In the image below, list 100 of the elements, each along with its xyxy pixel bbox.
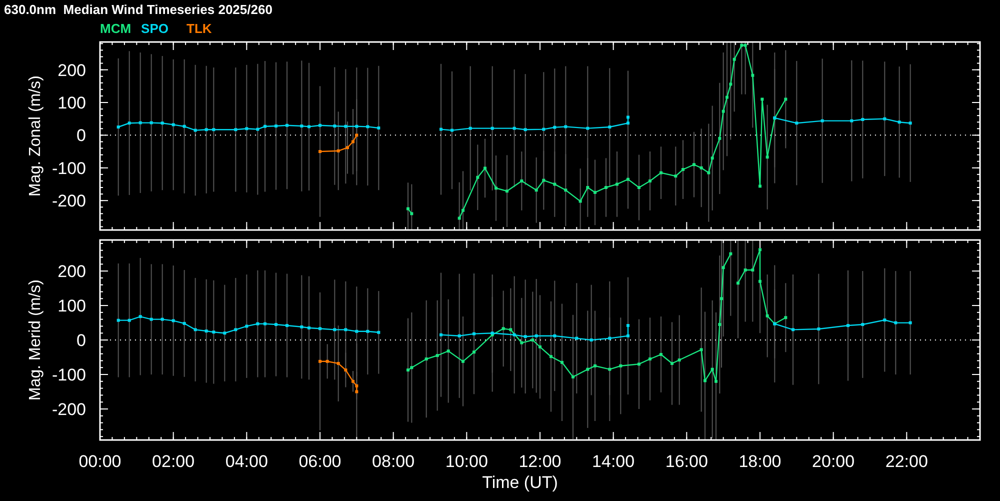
point [550,355,552,358]
tick-label: 16:00 [665,452,708,471]
point [883,117,886,120]
point [366,330,370,333]
tick-label: 18:00 [738,452,782,471]
point [564,188,568,192]
point [714,380,718,383]
point [138,121,142,124]
point [512,333,516,336]
point [245,324,248,328]
point [440,128,442,131]
axis-title: Time (UT) [482,473,558,492]
tick-label: -200 [52,400,86,419]
point [766,314,769,318]
point [660,352,662,356]
tick-label: 200 [58,262,86,282]
tick-label: 100 [58,93,86,112]
point [894,321,898,324]
point [336,149,340,152]
point [564,125,568,128]
point [212,128,216,132]
point [626,178,630,181]
point [182,124,186,128]
point [274,124,278,128]
point [784,98,788,101]
tick-label: 04:00 [225,452,268,471]
point [490,126,494,130]
point [256,322,260,326]
point [619,364,622,368]
point [524,128,527,132]
point [450,128,454,132]
tick-label: 0 [76,331,86,350]
point [138,315,142,318]
point [355,390,358,394]
point [740,44,744,47]
point [638,362,640,366]
point [128,318,131,322]
point [660,171,662,174]
point [506,190,508,193]
point [648,357,652,360]
point [861,118,864,121]
point [355,124,358,128]
point [710,156,714,160]
point [352,380,354,383]
point [355,330,358,333]
point [462,208,464,212]
point [366,125,370,128]
point [512,126,516,130]
point [553,182,556,186]
point [682,168,684,172]
point [760,98,764,101]
point [326,360,329,363]
point [707,171,710,174]
point [820,119,824,122]
point [710,368,714,371]
tick-label: 20:00 [812,452,855,471]
point [520,179,524,182]
point [758,248,762,252]
tick-label: 08:00 [372,452,415,471]
tick-label: 22:00 [885,452,928,471]
tick-label: -200 [52,192,86,211]
point [264,124,266,128]
point [509,328,512,332]
point [692,163,696,166]
point [150,318,153,321]
point [355,134,358,137]
point [594,364,596,368]
point [736,282,740,285]
point [784,316,788,320]
point [160,318,164,321]
point [128,122,131,125]
point [744,44,747,47]
legend-label: TLK [186,20,212,38]
point [575,336,578,340]
point [553,334,556,338]
point [352,140,354,144]
point [502,327,505,330]
point [318,150,322,154]
point [377,126,380,130]
point [678,358,681,362]
point [726,96,728,99]
point [850,119,854,122]
point [608,126,612,129]
point [410,212,414,216]
point [472,350,476,354]
point [751,74,754,77]
point [377,330,380,334]
point [116,126,120,129]
point [520,341,524,344]
tick-label: 200 [58,60,86,80]
point [223,332,226,335]
point [116,318,120,322]
point [538,345,542,348]
point [908,321,912,324]
point [729,252,732,256]
point [795,122,798,125]
point [898,120,901,124]
point [286,124,288,127]
point [182,322,186,325]
axis-title: Mag. Merid (m/s) [27,280,44,400]
